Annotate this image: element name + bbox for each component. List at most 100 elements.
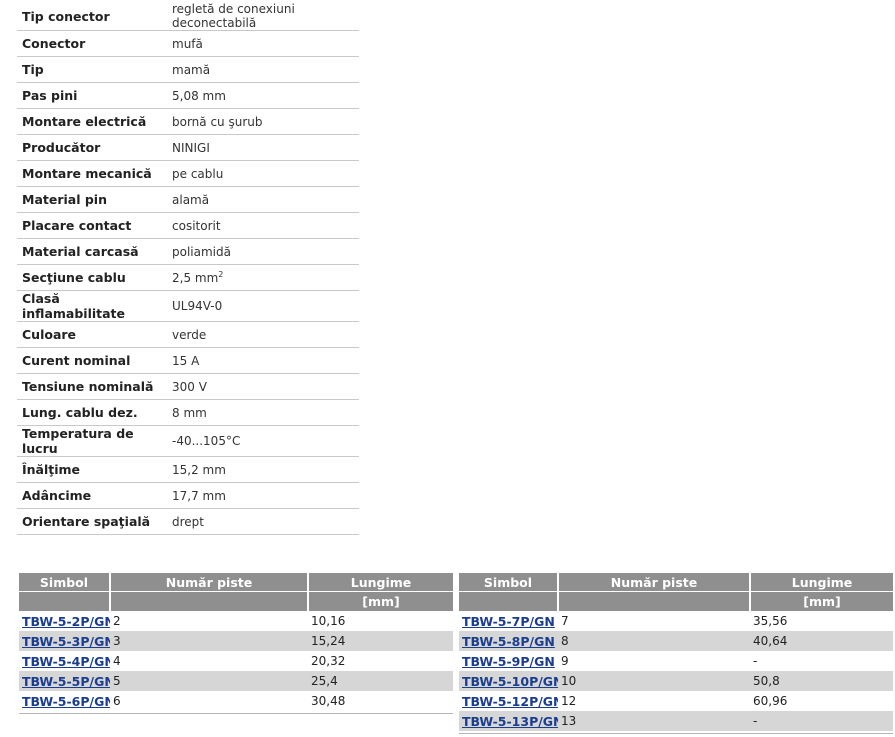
parameter-value-text: 300 V: [172, 379, 207, 394]
part-symbol-link[interactable]: TBW-5-10P/GN: [462, 674, 558, 689]
parameter-value: 300 V: [166, 373, 359, 400]
parts-table-left: Simbol Număr piste Lungime [mm] TBW-5-2P…: [19, 573, 453, 714]
part-tracks-cell: 6: [113, 694, 121, 708]
part-tracks-cell: 8: [558, 631, 750, 651]
parts-table-right-header: Simbol Număr piste Lungime [mm]: [459, 573, 893, 611]
part-length-cell: 15,24: [308, 631, 453, 651]
parameter-value-text: 15,2 mm: [172, 462, 226, 477]
parts-table-right: Simbol Număr piste Lungime [mm] TBW-5-7P…: [459, 573, 893, 734]
table-row: TBW-5-6P/GN 6 30,48: [19, 691, 453, 711]
parameter-row: Montare mecanică pe cablu: [17, 160, 359, 187]
part-length-cell: 50,8: [750, 671, 893, 691]
parameters-body: Tip conector regletă de conexiuni deconec…: [17, 2, 359, 535]
table-row: TBW-5-7P/GN 7 35,56: [459, 611, 893, 631]
part-tracks-cell: 2: [113, 614, 121, 628]
part-symbol-link[interactable]: TBW-5-4P/GN: [22, 654, 110, 669]
col-subheader-empty: [19, 591, 111, 611]
parameter-row: Placare contact cositorit: [17, 212, 359, 239]
parameter-row: Tensiune nominală 300 V: [17, 373, 359, 400]
part-symbol-cell: TBW-5-4P/GN: [19, 651, 110, 671]
parameter-label: Tip conector: [17, 2, 167, 31]
parameter-value: 17,7 mm: [166, 482, 359, 509]
part-symbol-link[interactable]: TBW-5-13P/GN: [462, 714, 558, 729]
parameter-value: pe cablu: [166, 160, 359, 187]
part-tracks-cell: 10: [558, 671, 750, 691]
col-header-symbol: Simbol: [19, 573, 111, 592]
table-row: TBW-5-8P/GN 8 40,64: [459, 631, 893, 651]
parameter-row: Pas pini 5,08 mm: [17, 82, 359, 109]
parameter-label: Înălţime: [17, 456, 167, 483]
parameter-value-text: 8 mm: [172, 405, 207, 420]
col-subheader-empty: [110, 591, 309, 611]
parameter-row: Orientare spaţială drept: [17, 508, 359, 535]
parameter-row: Conector mufă: [17, 30, 359, 57]
parameter-row: Montare electrică bornă cu şurub: [17, 108, 359, 135]
parameter-row: Înălţime 15,2 mm: [17, 456, 359, 483]
parameter-value-text: mufă: [172, 36, 203, 51]
parts-table-right-body: TBW-5-7P/GN 7 35,56 TBW-5-8P/GN 8 40,64 TBW-5-…: [459, 611, 893, 731]
parameter-label: Tensiune nominală: [17, 373, 167, 400]
parameter-value: 15 A: [166, 347, 359, 374]
parameter-row: Material carcasă poliamidă: [17, 238, 359, 265]
table-row: TBW-5-5P/GN 5 25,4: [19, 671, 453, 691]
parameters-table: Tip conector regletă de conexiuni deconec…: [17, 2, 359, 535]
part-tracks-cell: 5: [110, 671, 308, 691]
part-symbol-cell: TBW-5-10P/GN: [459, 671, 558, 691]
parameter-value-text: pe cablu: [172, 166, 224, 181]
table-row: TBW-5-12P/GN 12 60,96: [459, 691, 893, 711]
parameter-row: Tip conector regletă de conexiuni deconec…: [17, 2, 359, 31]
part-symbol-link[interactable]: TBW-5-6P/GN: [22, 694, 110, 709]
parameter-value-text: mamă: [172, 62, 211, 77]
parameter-value-superscript: 2: [218, 269, 224, 279]
parameter-label: Adâncime: [17, 482, 167, 509]
part-symbol-cell: TBW-5-8P/GN: [459, 631, 558, 651]
part-symbol-link[interactable]: TBW-5-12P/GN: [462, 694, 558, 709]
parameter-value-text: verde: [172, 327, 207, 342]
parameter-row: Tip mamă: [17, 56, 359, 83]
parameter-value-text: 2,5 mm: [172, 270, 219, 285]
part-symbol-link[interactable]: TBW-5-3P/GN: [22, 634, 110, 649]
parameter-row: Curent nominal 15 A: [17, 347, 359, 374]
parameter-row: Secţiune cablu 2,5 mm2: [17, 264, 359, 291]
parameter-label: Pas pini: [17, 82, 167, 109]
part-symbol-cell: TBW-5-9P/GN: [459, 651, 558, 671]
parameter-value-text: poliamidă: [172, 244, 231, 259]
parameter-value: regletă de conexiuni deconectabilă: [166, 2, 359, 31]
part-symbol-cell: TBW-5-2P/GN: [19, 611, 110, 631]
part-length-cell: 10,16: [311, 614, 346, 628]
parameter-label: Montare mecanică: [17, 160, 167, 187]
parameter-value-text: 15 A: [172, 353, 200, 368]
parameter-label: Placare contact: [17, 212, 167, 239]
part-symbol-link[interactable]: TBW-5-9P/GN: [462, 654, 555, 669]
table-row: TBW-5-4P/GN 4 20,32: [19, 651, 453, 671]
part-length-cell: -: [753, 654, 758, 668]
part-symbol-link[interactable]: TBW-5-5P/GN: [22, 674, 110, 689]
parameter-row: Clasă inflamabilitate UL94V-0: [17, 290, 359, 322]
part-tracks-cell: 12: [561, 694, 577, 708]
part-tracks-cell: 3: [110, 631, 308, 651]
parameter-label: Material pin: [17, 186, 167, 213]
col-subheader-empty: [558, 591, 751, 611]
part-tracks-cell: 9: [561, 654, 569, 668]
parameter-value: poliamidă: [166, 238, 359, 265]
parameter-value-text: 17,7 mm: [172, 488, 226, 503]
parameter-value-text: UL94V-0: [172, 299, 223, 313]
part-symbol-cell: TBW-5-12P/GN: [459, 691, 558, 711]
parameter-row: Adâncime 17,7 mm: [17, 482, 359, 509]
parameter-label: Tip: [17, 56, 167, 83]
parameter-label: Producător: [17, 134, 167, 161]
parameter-value: cositorit: [166, 212, 359, 239]
parameter-label: Orientare spaţială: [17, 508, 167, 535]
parts-table-left-header: Simbol Număr piste Lungime [mm]: [19, 573, 453, 611]
parameter-label: Secţiune cablu: [17, 264, 167, 291]
parameter-label: Conector: [17, 30, 167, 57]
part-symbol-link[interactable]: TBW-5-7P/GN: [462, 614, 555, 629]
parameter-value-text: bornă cu şurub: [172, 114, 263, 129]
parameter-value: UL94V-0: [166, 290, 359, 322]
part-symbol-link[interactable]: TBW-5-2P/GN: [22, 614, 110, 629]
table-row: TBW-5-10P/GN 10 50,8: [459, 671, 893, 691]
part-length-cell: -: [750, 711, 893, 731]
parameter-value: alamă: [166, 186, 359, 213]
part-symbol-link[interactable]: TBW-5-8P/GN: [462, 634, 555, 649]
col-header-length: Lungime: [750, 573, 893, 592]
